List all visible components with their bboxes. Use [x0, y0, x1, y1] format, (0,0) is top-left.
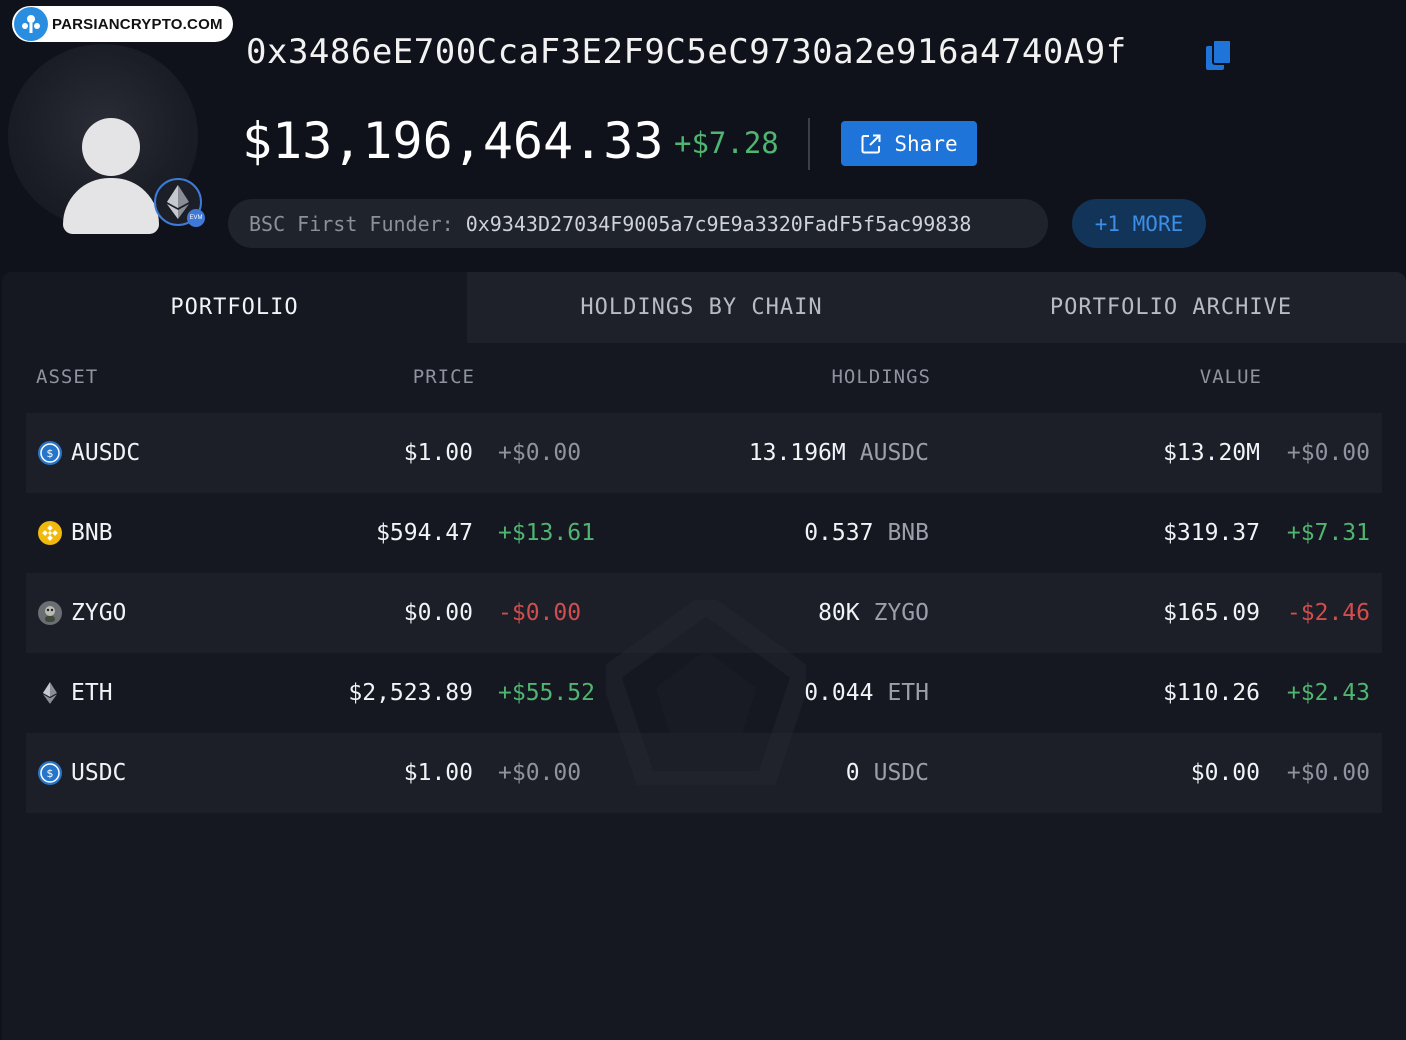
evm-badge: EVM	[187, 209, 205, 227]
value-change: -$2.46	[1286, 600, 1370, 626]
more-button[interactable]: +1 MORE	[1072, 199, 1206, 248]
arkham-watermark-icon	[606, 600, 806, 785]
first-funder-pill[interactable]: BSC First Funder: 0x9343D27034F9005a7c9E…	[228, 199, 1048, 248]
value-change: +$0.00	[1286, 760, 1370, 786]
asset-cell: ETH	[38, 653, 113, 733]
asset-cell: $ USDC	[38, 733, 126, 813]
bnb-icon	[38, 521, 62, 545]
avatar-head	[82, 118, 140, 176]
asset-symbol: USDC	[71, 760, 127, 786]
holdings-unit: BNB	[887, 520, 929, 546]
asset-symbol: ZYGO	[71, 600, 127, 626]
table-row[interactable]: $ AUSDC $1.00 +$0.00 13.196M AUSDC $13.2…	[26, 413, 1382, 493]
holdings-unit: AUSDC	[859, 440, 929, 466]
holdings-amount: 13.196M	[748, 440, 846, 466]
wallet-address: 0x3486eE700CcaF3E2F9C5eC9730a2e916a4740A…	[246, 32, 1127, 72]
svg-text:$: $	[47, 767, 54, 780]
value-cell: $0.00	[1190, 760, 1260, 786]
holdings-amount: 0.044	[804, 680, 874, 706]
table-row[interactable]: BNB $594.47 +$13.61 0.537 BNB $319.37 +$…	[26, 493, 1382, 573]
asset-cell: $ AUSDC	[38, 413, 140, 493]
balance-change: +$7.28	[674, 126, 779, 160]
column-header-value[interactable]: VALUE	[1200, 366, 1262, 388]
zygo-icon	[38, 601, 62, 625]
holdings-amount: 0.537	[804, 520, 874, 546]
price-cell: $594.47	[376, 520, 473, 546]
price-cell: $2,523.89	[348, 680, 473, 706]
tab-portfolio-archive[interactable]: PORTFOLIO ARCHIVE	[936, 272, 1406, 343]
price-cell: $1.00	[403, 760, 473, 786]
parsiancrypto-logo-icon	[14, 7, 48, 41]
value-change: +$2.43	[1286, 680, 1370, 706]
asset-cell: BNB	[38, 493, 113, 573]
usdc-icon: $	[38, 441, 62, 465]
usdc-icon: $	[38, 761, 62, 785]
holdings-cell: 0 USDC	[846, 733, 929, 813]
value-cell: $13.20M	[1163, 440, 1260, 466]
holdings-cell: 80K ZYGO	[818, 573, 929, 653]
funder-label: BSC First Funder:	[249, 211, 454, 236]
holdings-amount: 80K	[818, 600, 860, 626]
asset-symbol: BNB	[71, 520, 113, 546]
avatar-body	[63, 178, 159, 234]
watermark-text: PARSIANCRYPTO.COM	[52, 15, 223, 33]
share-icon	[861, 134, 881, 153]
asset-symbol: ETH	[71, 680, 113, 706]
total-balance: $13,196,464.33	[242, 112, 664, 170]
price-change: +$0.00	[498, 760, 582, 786]
holdings-cell: 13.196M AUSDC	[749, 413, 929, 493]
tab-holdings-by-chain[interactable]: HOLDINGS BY CHAIN	[467, 272, 936, 343]
eth-icon	[38, 681, 62, 705]
column-header-asset[interactable]: ASSET	[36, 366, 98, 388]
price-change: +$13.61	[498, 520, 595, 546]
svg-text:$: $	[47, 447, 54, 460]
divider	[808, 118, 810, 170]
holdings-unit: ZYGO	[873, 600, 929, 626]
holdings-unit: ETH	[887, 680, 929, 706]
price-cell: $1.00	[403, 440, 473, 466]
asset-cell: ZYGO	[38, 573, 126, 653]
asset-symbol: AUSDC	[71, 440, 141, 466]
page: PARSIANCRYPTO.COM EVM 0x3486eE700CcaF3E2…	[0, 0, 1406, 1040]
funder-address[interactable]: 0x9343D27034F9005a7c9E9a3320FadF5f5ac998…	[466, 212, 972, 236]
holdings-cell: 0.044 ETH	[804, 653, 929, 733]
value-change: +$7.31	[1286, 520, 1370, 546]
holdings-amount: 0	[845, 760, 860, 786]
value-cell: $165.09	[1163, 600, 1260, 626]
tab-bar: PORTFOLIO HOLDINGS BY CHAIN PORTFOLIO AR…	[2, 272, 1406, 343]
price-cell: $0.00	[403, 600, 473, 626]
share-label: Share	[894, 131, 958, 156]
price-change: +$0.00	[498, 440, 582, 466]
price-change: +$55.52	[498, 680, 595, 706]
copy-icon[interactable]	[1204, 38, 1234, 72]
value-cell: $319.37	[1163, 520, 1260, 546]
value-change: +$0.00	[1286, 440, 1370, 466]
column-header-holdings[interactable]: HOLDINGS	[831, 366, 931, 388]
price-change: -$0.00	[498, 600, 582, 626]
holdings-cell: 0.537 BNB	[804, 493, 929, 573]
share-button[interactable]: Share	[841, 121, 977, 166]
value-cell: $110.26	[1163, 680, 1260, 706]
holdings-unit: USDC	[873, 760, 929, 786]
column-header-price[interactable]: PRICE	[413, 366, 475, 388]
tab-portfolio[interactable]: PORTFOLIO	[2, 272, 467, 343]
site-watermark: PARSIANCRYPTO.COM	[12, 6, 233, 42]
